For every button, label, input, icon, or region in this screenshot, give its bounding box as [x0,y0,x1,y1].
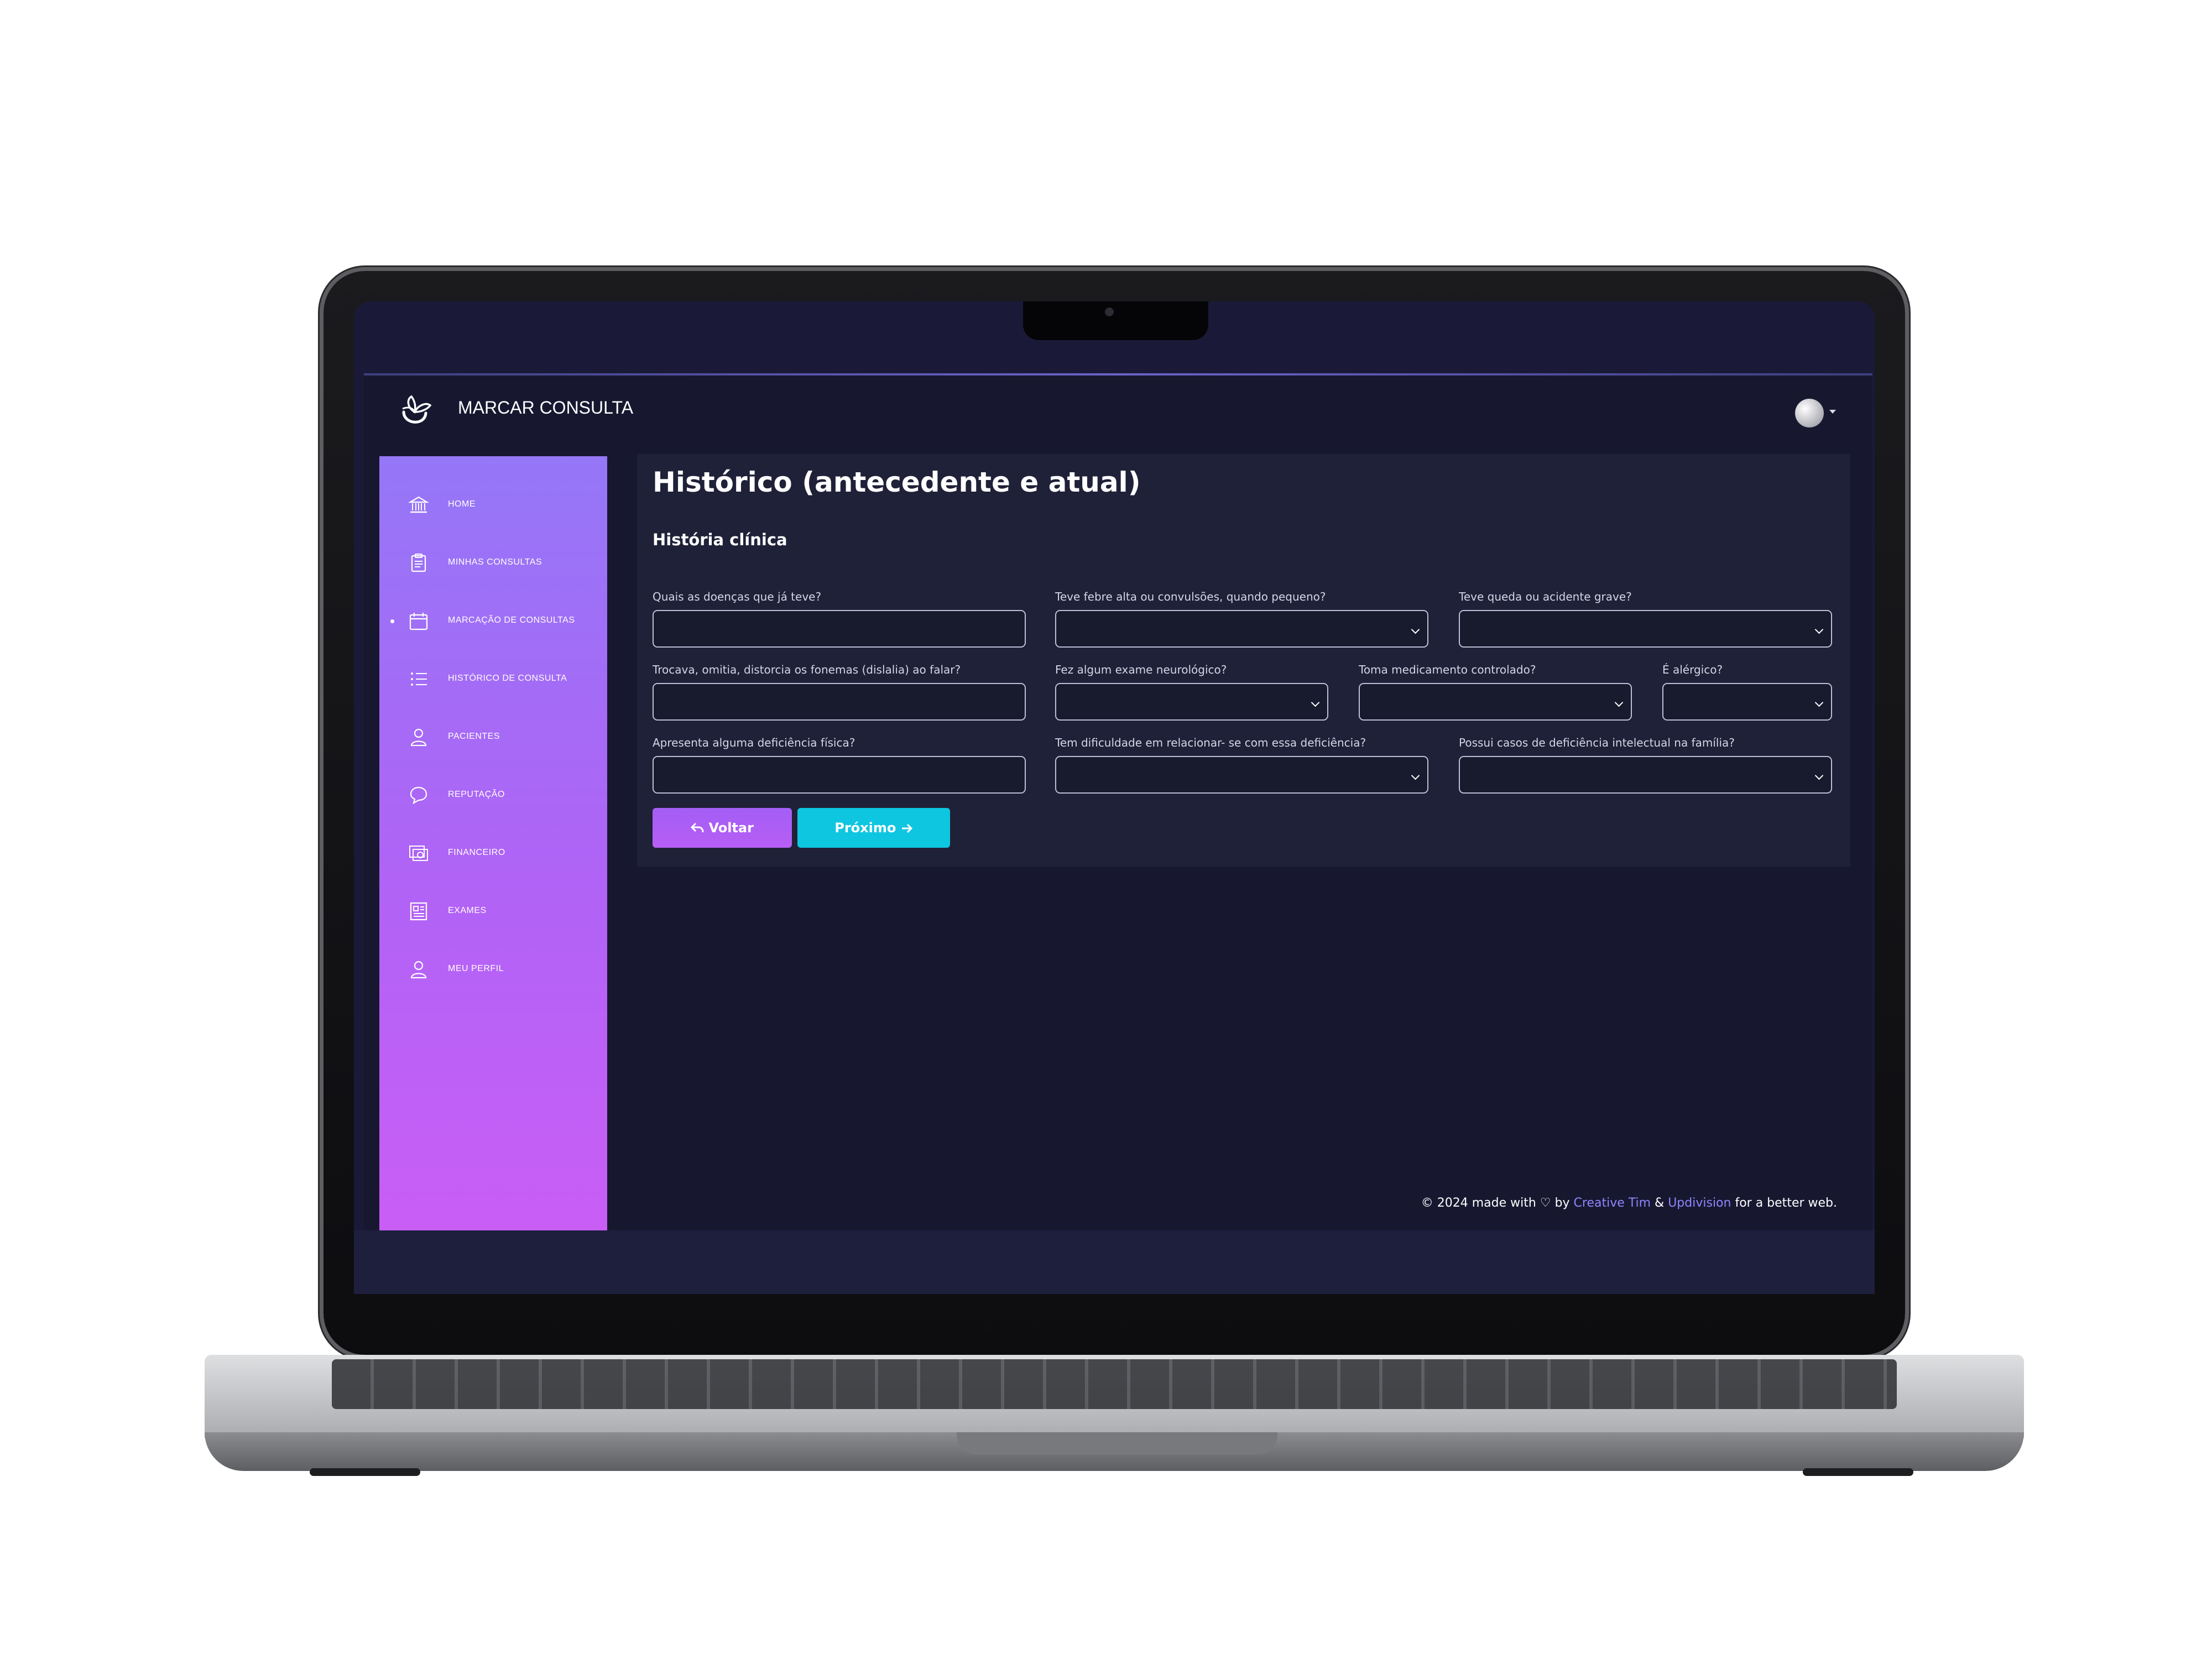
laptop-foot-right [1803,1468,1913,1476]
bank-icon [408,496,429,513]
sidebar-item-label: MEU PERFIL [448,964,504,973]
person-icon [410,961,427,979]
alergico-select[interactable] [1662,683,1832,721]
trackpad-notch [957,1432,1277,1454]
keyboard [332,1359,1897,1409]
heart-icon: ♡ [1540,1196,1551,1210]
chat-bubble-icon [410,786,427,805]
field-label: Trocava, omitia, distorcia os fonemas (d… [653,663,961,676]
sidebar-item-label: REPUTAÇÃO [448,790,505,799]
sidebar-item-label: MINHAS CONSULTAS [448,557,542,567]
camera-icon [1105,307,1114,316]
sidebar-item-financeiro[interactable]: FINANCEIRO [379,833,607,872]
form-card: Histórico (antecedente e atual) História… [637,454,1850,867]
chevron-down-icon [1311,698,1320,707]
active-indicator [390,619,394,623]
clipboard-icon [411,554,426,572]
field-label: Possui casos de deficiência intelectual … [1459,736,1735,749]
document-icon [410,902,427,921]
doencas-input[interactable] [653,610,1026,648]
voltar-button[interactable]: Voltar [653,808,792,848]
navbar: MARCAR CONSULTA [364,375,1872,442]
deficiencia-familia-select[interactable] [1459,756,1832,794]
section-title: História clínica [653,530,787,549]
footer-prefix: © 2024 made with [1421,1196,1536,1210]
sidebar-item-label: MARCAÇÃO DE CONSULTAS [448,615,575,625]
page-title: Histórico (antecedente e atual) [653,466,1141,498]
chevron-down-icon [1614,698,1624,707]
chevron-down-icon [1411,771,1420,780]
sidebar-item-label: EXAMES [448,906,487,915]
money-icon [409,846,428,861]
arrow-right-icon [901,823,912,833]
field-label: Apresenta alguma deficiência física? [653,736,855,749]
chevron-down-icon[interactable] [1829,410,1836,414]
footer-suffix: for a better web. [1735,1196,1837,1210]
sidebar-item-exames[interactable]: EXAMES [379,891,607,930]
laptop-foot-left [310,1468,420,1476]
footer-amp: & [1655,1196,1665,1210]
app-window: MARCAR CONSULTA HOME MINHAS CONSULTAS MA… [364,373,1872,1230]
flower-logo-icon[interactable] [396,392,435,431]
chevron-down-icon [1411,625,1420,634]
footer-by: by [1554,1196,1570,1210]
proximo-button[interactable]: Próximo [797,808,950,848]
field-label: Quais as doenças que já teve? [653,590,822,603]
reply-arrow-icon [690,822,704,833]
chevron-down-icon [1814,625,1824,634]
camera-notch [1023,301,1208,340]
febre-select[interactable] [1055,610,1428,648]
exame-neurologico-select[interactable] [1055,683,1328,721]
deficiencia-fisica-input[interactable] [653,756,1026,794]
relacionar-deficiencia-select[interactable] [1055,756,1428,794]
calendar-icon [409,613,428,630]
footer: © 2024 made with ♡ by Creative Tim & Upd… [1421,1196,1837,1210]
sidebar-item-label: PACIENTES [448,732,500,741]
sidebar-item-label: FINANCEIRO [448,848,505,857]
updivision-link[interactable]: Updivision [1668,1196,1731,1210]
sidebar: HOME MINHAS CONSULTAS MARCAÇÃO DE CONSUL… [379,456,607,1230]
field-label: Teve febre alta ou convulsões, quando pe… [1055,590,1326,603]
user-avatar-icon[interactable] [1795,399,1824,427]
field-label: Teve queda ou acidente grave? [1459,590,1632,603]
chevron-down-icon [1814,771,1824,780]
person-icon [410,728,427,747]
sidebar-item-pacientes[interactable]: PACIENTES [379,717,607,756]
queda-select[interactable] [1459,610,1832,648]
sidebar-item-marcacao-de-consultas[interactable]: MARCAÇÃO DE CONSULTAS [379,601,607,640]
sidebar-item-label: HISTÓRICO DE CONSULTA [448,674,567,683]
field-label: É alérgico? [1662,663,1723,676]
screen-bottom-strip [354,1230,1875,1294]
sidebar-item-meu-perfil[interactable]: MEU PERFIL [379,950,607,988]
field-label: Fez algum exame neurológico? [1055,663,1227,676]
list-icon [411,672,427,686]
creative-tim-link[interactable]: Creative Tim [1574,1196,1651,1210]
sidebar-item-historico-de-consulta[interactable]: HISTÓRICO DE CONSULTA [379,659,607,698]
brand-title[interactable]: MARCAR CONSULTA [458,398,633,418]
proximo-label: Próximo [834,820,896,836]
sidebar-item-reputacao[interactable]: REPUTAÇÃO [379,775,607,814]
field-label: Tem dificuldade em relacionar- se com es… [1055,736,1366,749]
sidebar-item-minhas-consultas[interactable]: MINHAS CONSULTAS [379,543,607,582]
sidebar-item-home[interactable]: HOME [379,485,607,524]
field-label: Toma medicamento controlado? [1359,663,1536,676]
medicamento-select[interactable] [1359,683,1632,721]
chevron-down-icon [1814,698,1824,707]
dislalia-input[interactable] [653,683,1026,721]
sidebar-item-label: HOME [448,499,476,509]
voltar-label: Voltar [708,820,754,836]
